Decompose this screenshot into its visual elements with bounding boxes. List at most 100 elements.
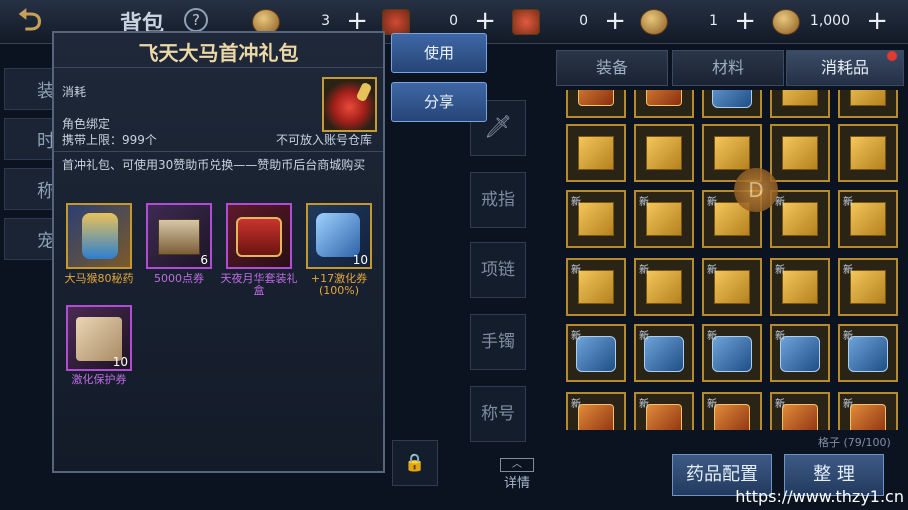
- inventory-slot[interactable]: 新: [838, 190, 898, 248]
- chest-icon: [714, 270, 750, 304]
- new-badge: 新: [843, 399, 853, 410]
- new-badge: 新: [843, 331, 853, 342]
- chest-icon: [578, 270, 614, 304]
- inventory-slot[interactable]: 新: [702, 392, 762, 430]
- left-tab-title[interactable]: 称: [4, 168, 56, 210]
- token-icon: [640, 9, 668, 35]
- inventory-slot[interactable]: 新: [702, 324, 762, 382]
- add-scroll-ticket-button[interactable]: +: [474, 7, 496, 35]
- add-map-ticket-button[interactable]: +: [604, 7, 626, 35]
- reward-count: 10: [112, 355, 128, 369]
- inventory-slot[interactable]: [838, 124, 898, 182]
- inventory-slot[interactable]: 新: [566, 190, 626, 248]
- chest-icon: [578, 202, 614, 236]
- inventory-slot[interactable]: 新: [838, 392, 898, 430]
- necklace-slot[interactable]: 项链: [470, 242, 526, 298]
- inventory-slot[interactable]: 新: [770, 258, 830, 316]
- new-badge: 新: [639, 197, 649, 208]
- watermark-text: https://www.thzy1.cn: [735, 487, 904, 506]
- item-detail-popup: 飞天大马首冲礼包 消耗 角色绑定 携带上限：999个 不可放入账号仓库 首冲礼包…: [52, 31, 385, 473]
- add-token-button[interactable]: +: [734, 7, 756, 35]
- reward-item[interactable]: 10: [66, 305, 132, 371]
- inventory-slot[interactable]: 新: [770, 392, 830, 430]
- new-badge: 新: [707, 331, 717, 342]
- gift-box-icon: [578, 90, 614, 106]
- chest-icon: [782, 90, 818, 106]
- inventory-slot[interactable]: 新: [634, 324, 694, 382]
- inventory-slot[interactable]: 新: [566, 324, 626, 382]
- inventory-slot[interactable]: 新: [838, 324, 898, 382]
- gift-box-icon: [782, 404, 818, 430]
- inventory-slot[interactable]: [770, 124, 830, 182]
- red-chest-icon: [236, 217, 282, 257]
- inventory-slot[interactable]: 新: [566, 258, 626, 316]
- tab-materials[interactable]: 材料: [672, 50, 784, 86]
- bracelet-slot[interactable]: 手镯: [470, 314, 526, 370]
- new-badge: 新: [639, 331, 649, 342]
- inventory-slot[interactable]: [634, 124, 694, 182]
- left-tab-equip[interactable]: 装: [4, 68, 56, 110]
- help-button[interactable]: ?: [184, 8, 208, 32]
- scroll-icon: [848, 336, 888, 372]
- scroll-icon: [780, 336, 820, 372]
- reward-label: 大马猴80秘药: [64, 272, 134, 285]
- new-badge: 新: [775, 331, 785, 342]
- gift-box-icon: [578, 404, 614, 430]
- currency-token: 1 +: [640, 7, 758, 37]
- use-button[interactable]: 使用: [391, 33, 487, 73]
- inventory-slot[interactable]: 新: [770, 324, 830, 382]
- map-ticket-icon: [512, 9, 540, 35]
- new-badge: 新: [571, 197, 581, 208]
- inventory-slot[interactable]: [838, 90, 898, 118]
- new-badge: 新: [571, 331, 581, 342]
- inventory-slot[interactable]: 新: [634, 190, 694, 248]
- left-tab-pet[interactable]: 宠: [4, 218, 56, 260]
- currency-value: 1,000: [809, 13, 850, 29]
- crown-potion-icon: [82, 213, 118, 259]
- new-badge: 新: [707, 399, 717, 410]
- currency-value: 0: [579, 13, 588, 29]
- new-badge: 新: [707, 197, 717, 208]
- left-tab-fashion[interactable]: 时: [4, 118, 56, 160]
- inventory-slot[interactable]: 新: [634, 392, 694, 430]
- inventory-slot[interactable]: [566, 90, 626, 118]
- inventory-grid: 新 新 新 新 新 新 新 新 新 新 新 新 新 新 新 新 新 新 新 新: [564, 90, 904, 430]
- gift-box-icon: [646, 90, 682, 106]
- new-badge: 新: [571, 265, 581, 276]
- item-carry-limit: 携带上限：999个: [62, 133, 157, 147]
- reward-item[interactable]: 10: [306, 203, 372, 269]
- add-gold-ingot-button[interactable]: +: [866, 7, 888, 35]
- inventory-slot[interactable]: 新: [702, 258, 762, 316]
- inventory-slot[interactable]: [770, 90, 830, 118]
- inventory-slot[interactable]: [634, 90, 694, 118]
- reward-item[interactable]: 6: [146, 203, 212, 269]
- item-category: 消耗: [62, 85, 87, 99]
- reward-count: 6: [200, 253, 208, 267]
- chest-icon: [714, 136, 750, 170]
- inventory-slot[interactable]: 新: [566, 392, 626, 430]
- floating-d-coin-icon[interactable]: D: [734, 168, 778, 212]
- share-button[interactable]: 分享: [391, 82, 487, 122]
- notification-dot-icon: [887, 51, 897, 61]
- lock-icon: 🔒: [404, 453, 426, 473]
- gift-box-icon: [714, 404, 750, 430]
- reward-item[interactable]: [66, 203, 132, 269]
- inventory-slot[interactable]: [566, 124, 626, 182]
- locked-slot[interactable]: 🔒: [392, 440, 438, 486]
- ring-slot[interactable]: 戒指: [470, 172, 526, 228]
- detail-button[interactable]: ︿ 详情: [500, 458, 534, 491]
- treasure-chest-icon: [158, 219, 200, 255]
- inventory-slot[interactable]: 新: [838, 258, 898, 316]
- inventory-slot[interactable]: 新: [634, 258, 694, 316]
- inventory-slot[interactable]: 新: [770, 190, 830, 248]
- currency-value: 1: [709, 13, 718, 29]
- reward-item[interactable]: [226, 203, 292, 269]
- divider: [54, 151, 383, 152]
- new-badge: 新: [775, 399, 785, 410]
- chest-icon: [646, 270, 682, 304]
- inventory-slot[interactable]: [702, 90, 762, 118]
- tab-consumables[interactable]: 消耗品: [786, 50, 904, 86]
- currency-value: 0: [449, 13, 458, 29]
- tab-equipment[interactable]: 装备: [556, 50, 668, 86]
- title-slot[interactable]: 称号: [470, 386, 526, 442]
